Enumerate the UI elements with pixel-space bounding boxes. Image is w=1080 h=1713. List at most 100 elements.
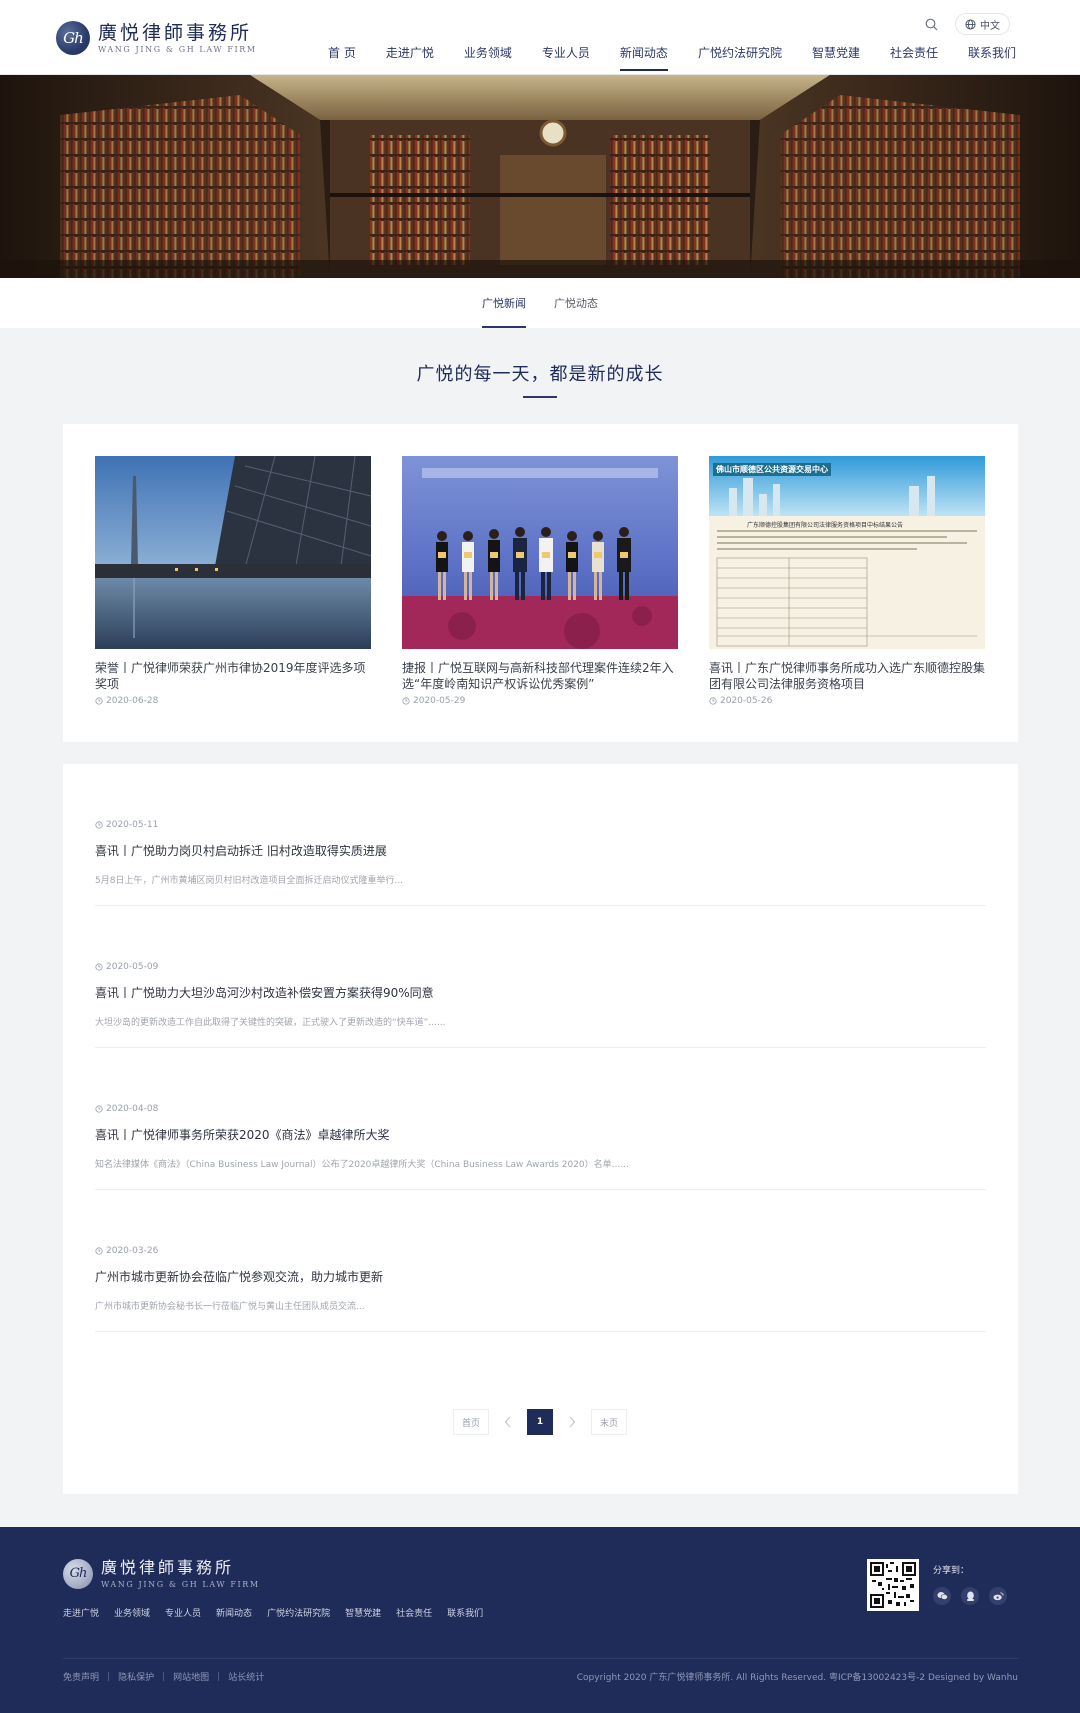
footer-nav-institute[interactable]: 广悦约法研究院	[267, 1606, 330, 1619]
nav-item-professionals[interactable]: 专业人员	[542, 40, 590, 71]
list-item-date-text: 2020-04-08	[106, 1104, 159, 1114]
first-page-button[interactable]: 首页	[452, 1409, 489, 1435]
page-number-button[interactable]: 1	[527, 1409, 553, 1435]
share-icons	[933, 1587, 1007, 1605]
footer-nav-practice-areas[interactable]: 业务领域	[114, 1606, 150, 1619]
tab-firm-updates[interactable]: 广悦动态	[554, 278, 598, 328]
tab-firm-news[interactable]: 广悦新闻	[482, 278, 526, 328]
footer-nav-about[interactable]: 走进广悦	[63, 1606, 99, 1619]
list-item-date: 2020-04-08	[95, 1104, 158, 1114]
site-stats-link[interactable]: 站长统计	[228, 1670, 264, 1683]
nav-item-institute[interactable]: 广悦约法研究院	[698, 40, 782, 71]
link-separator: |	[217, 1671, 221, 1682]
featured-card[interactable]: 捷报丨广悦互联网与高新科技部代理案件连续2年入选“年度岭南知识产权诉讼优秀案例”…	[402, 456, 678, 706]
footer-nav-social-responsibility[interactable]: 社会责任	[396, 1606, 432, 1619]
card-image-guangzhou-tower	[95, 456, 371, 649]
next-page-button[interactable]	[559, 1409, 585, 1435]
list-item-title: 广州市城市更新协会莅临广悦参观交流，助力城市更新	[95, 1270, 384, 1284]
clock-icon	[95, 697, 103, 705]
language-label: 中文	[980, 20, 1000, 32]
news-list: 2020-05-11 喜讯丨广悦助力岗贝村启动拆迁 旧村改造取得实质进展 5月8…	[63, 764, 1018, 1494]
search-icon	[925, 18, 937, 30]
privacy-link[interactable]: 隐私保护	[118, 1670, 154, 1683]
title-underline	[523, 396, 557, 398]
site-header: Gh 廣悦律師事務所 WANG JING & GH LAW FIRM 中文 首 …	[0, 0, 1080, 75]
footer-nav-party-building[interactable]: 智慧党建	[345, 1606, 381, 1619]
list-item[interactable]: 2020-03-26 广州市城市更新协会莅临广悦参观交流，助力城市更新 广州市城…	[95, 1190, 986, 1332]
list-item-date: 2020-05-09	[95, 962, 158, 972]
footer-logo[interactable]: Gh 廣悦律師事務所 WANG JING & GH LAW FIRM	[63, 1557, 260, 1590]
list-item-date: 2020-03-26	[95, 1246, 158, 1256]
logo-text: 廣悦律師事務所 WANG JING & GH LAW FIRM	[98, 22, 257, 55]
card-date-text: 2020-05-29	[413, 696, 466, 706]
nav-item-contact[interactable]: 联系我们	[968, 40, 1016, 71]
prev-page-button[interactable]	[495, 1409, 521, 1435]
footer-logo-text: 廣悦律師事務所 WANG JING & GH LAW FIRM	[101, 1557, 260, 1590]
nav-item-about[interactable]: 走进广悦	[386, 40, 434, 71]
footer-nav-news[interactable]: 新闻动态	[216, 1606, 252, 1619]
chevron-right-icon	[569, 1416, 576, 1428]
wechat-share-button[interactable]	[933, 1587, 951, 1605]
footer-logo-chinese-name: 廣悦律師事務所	[101, 1558, 235, 1577]
footer-logo-english-name: WANG JING & GH LAW FIRM	[101, 1580, 260, 1589]
list-item-summary: 大坦沙岛的更新改造工作自此取得了关键性的突破，正式驶入了更新改造的“快车道”..…	[95, 1018, 446, 1028]
weibo-share-button[interactable]	[989, 1587, 1007, 1605]
list-item-summary: 知名法律媒体《商法》（China Business Law Journal）公布…	[95, 1160, 629, 1170]
list-item-date-text: 2020-05-09	[106, 962, 159, 972]
clock-icon	[95, 821, 103, 829]
footer-divider	[63, 1658, 1018, 1659]
list-item-date-text: 2020-03-26	[106, 1246, 159, 1256]
wechat-qr-code	[867, 1559, 919, 1611]
logo-english-name: WANG JING & GH LAW FIRM	[98, 44, 257, 54]
card-image-award-ceremony	[402, 456, 678, 649]
nav-item-home[interactable]: 首 页	[328, 40, 356, 71]
featured-news: 荣誉丨广悦律师荣获广州市律协2019年度评选多项奖项 2020-06-28 捷报…	[63, 424, 1018, 742]
card-title: 荣誉丨广悦律师荣获广州市律协2019年度评选多项奖项	[95, 661, 366, 691]
site-logo[interactable]: Gh 廣悦律師事務所 WANG JING & GH LAW FIRM	[56, 18, 257, 58]
card-date: 2020-05-29	[402, 696, 678, 706]
clock-icon	[95, 1247, 103, 1255]
weibo-icon	[992, 1592, 1004, 1601]
nav-item-social-responsibility[interactable]: 社会责任	[890, 40, 938, 71]
link-separator: |	[162, 1671, 166, 1682]
list-item[interactable]: 2020-04-08 喜讯丨广悦律师事务所荣获2020《商法》卓越律所大奖 知名…	[95, 1048, 986, 1190]
library-banner-image	[0, 75, 1080, 278]
sitemap-link[interactable]: 网站地图	[173, 1670, 209, 1683]
footer-logo-emblem-icon: Gh	[63, 1558, 93, 1589]
footer-nav-professionals[interactable]: 专业人员	[165, 1606, 201, 1619]
main-nav: 首 页 走进广悦 业务领域 专业人员 新闻动态 广悦约法研究院 智慧党建 社会责…	[298, 40, 1016, 71]
nav-item-news[interactable]: 新闻动态	[619, 40, 668, 71]
search-button[interactable]	[921, 14, 941, 34]
footer-nav: 走进广悦 业务领域 专业人员 新闻动态 广悦约法研究院 智慧党建 社会责任 联系…	[63, 1606, 483, 1619]
chevron-left-icon	[504, 1416, 511, 1428]
list-item-summary: 5月8日上午，广州市黄埔区岗贝村旧村改造项目全面拆迁启动仪式隆重举行...	[95, 876, 404, 886]
clock-icon	[709, 697, 717, 705]
share-label: 分享到：	[933, 1566, 970, 1576]
card-title: 捷报丨广悦互联网与高新科技部代理案件连续2年入选“年度岭南知识产权诉讼优秀案例”	[402, 661, 674, 691]
link-separator: |	[107, 1671, 111, 1682]
featured-card[interactable]: 荣誉丨广悦律师荣获广州市律协2019年度评选多项奖项 2020-06-28	[95, 456, 371, 706]
qq-share-button[interactable]	[961, 1587, 979, 1605]
nav-item-practice-areas[interactable]: 业务领域	[464, 40, 512, 71]
list-item-summary: 广州市城市更新协会秘书长一行莅临广悦与黄山主任团队成员交流...	[95, 1302, 365, 1312]
clock-icon	[95, 963, 103, 971]
list-item-title: 喜讯丨广悦助力岗贝村启动拆迁 旧村改造取得实质进展	[95, 844, 387, 858]
announcement-banner-text: 佛山市顺德区公共资源交易中心	[713, 463, 831, 476]
language-switch[interactable]: 中文	[955, 13, 1010, 35]
news-subtabs: 广悦新闻 广悦动态	[0, 278, 1080, 328]
card-image-announcement: 佛山市顺德区公共资源交易中心 广东顺德控股集团有限公司法律服务资格项目中标结果公…	[709, 456, 985, 649]
card-date: 2020-05-26	[709, 696, 985, 706]
list-item[interactable]: 2020-05-11 喜讯丨广悦助力岗贝村启动拆迁 旧村改造取得实质进展 5月8…	[95, 764, 986, 906]
list-item-title: 喜讯丨广悦律师事务所荣获2020《商法》卓越律所大奖	[95, 1128, 390, 1142]
card-date: 2020-06-28	[95, 696, 371, 706]
footer-nav-contact[interactable]: 联系我们	[447, 1606, 483, 1619]
wechat-icon	[936, 1592, 948, 1600]
list-item[interactable]: 2020-05-09 喜讯丨广悦助力大坦沙岛河沙村改造补偿安置方案获得90%同意…	[95, 906, 986, 1048]
announcement-doc-title: 广东顺德控股集团有限公司法律服务资格项目中标结果公告	[747, 522, 904, 529]
globe-icon	[965, 18, 976, 30]
disclaimer-link[interactable]: 免责声明	[63, 1670, 99, 1683]
last-page-button[interactable]: 末页	[591, 1409, 628, 1435]
logo-chinese-name: 廣悦律師事務所	[98, 21, 253, 44]
nav-item-party-building[interactable]: 智慧党建	[812, 40, 860, 71]
featured-card[interactable]: 佛山市顺德区公共资源交易中心 广东顺德控股集团有限公司法律服务资格项目中标结果公…	[709, 456, 985, 706]
